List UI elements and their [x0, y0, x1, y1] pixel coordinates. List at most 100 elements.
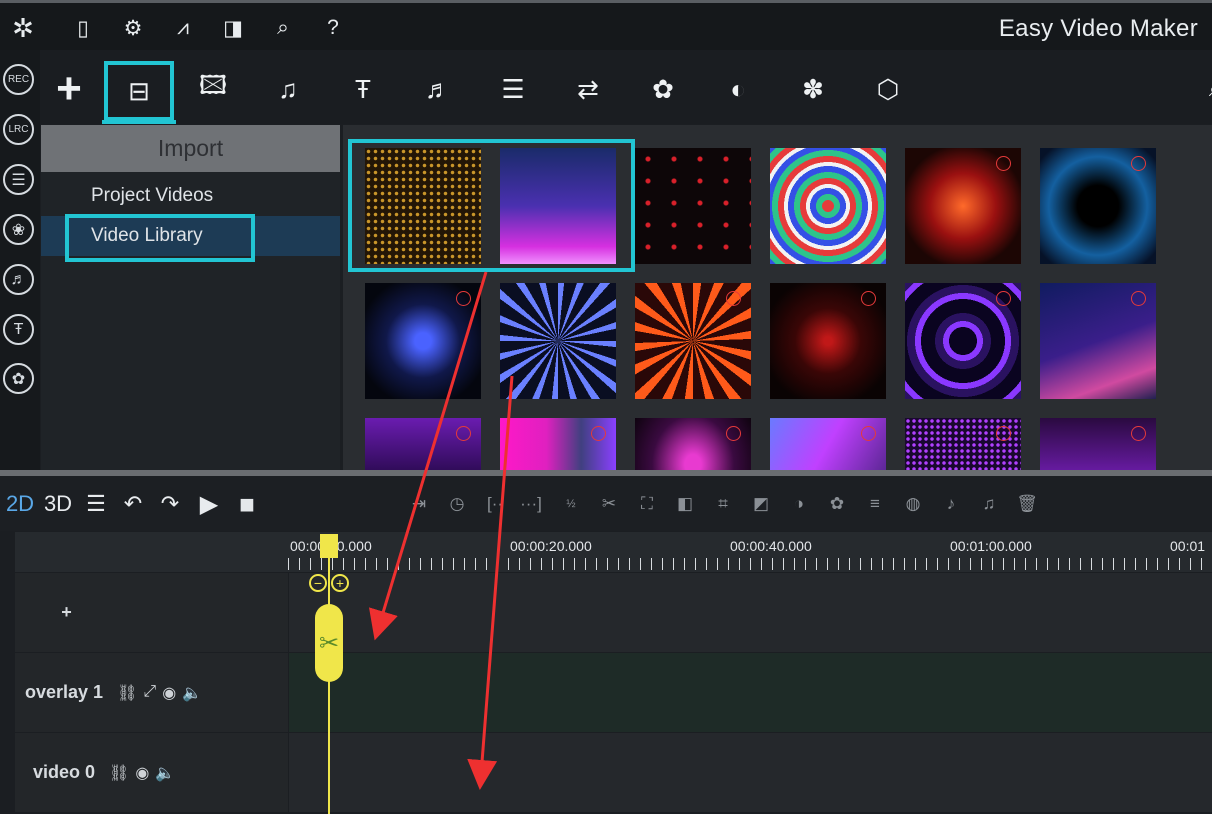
download-icon[interactable]	[996, 156, 1011, 171]
list-button[interactable]: ☰	[3, 164, 34, 195]
speaker-icon[interactable]: 🔈	[155, 763, 175, 783]
download-icon[interactable]	[861, 426, 876, 441]
download-icon[interactable]	[861, 291, 876, 306]
sticker-icon[interactable]: ✿	[824, 491, 850, 517]
link-icon[interactable]: ⛓	[117, 683, 137, 703]
clock-icon[interactable]: ◷	[444, 491, 470, 517]
layout-icon[interactable]: ◨	[220, 15, 246, 41]
list-tab[interactable]: ☰	[494, 70, 532, 108]
frame-icon[interactable]: ◩	[748, 491, 774, 517]
video-thumbnail[interactable]	[905, 418, 1021, 470]
crop-icon[interactable]: ⌗	[710, 491, 736, 517]
lyrics-button[interactable]: ♬	[3, 264, 34, 295]
lrc-button[interactable]: LRC	[3, 114, 34, 145]
split-handle-scissor-icon[interactable]: ✂	[315, 604, 343, 682]
video-thumbnail[interactable]	[905, 148, 1021, 264]
video-library-item[interactable]: Video Library	[41, 214, 340, 262]
download-icon[interactable]	[456, 426, 471, 441]
lyrics-tab[interactable]: ♬	[419, 70, 457, 108]
media-toolbar: + ⊟ 🖾 ♫ Ŧ ♬ ☰ ⇄ ✿ ◐ ✽ ⬡ ⌕	[40, 50, 1212, 124]
subtitle-icon[interactable]: ≡	[862, 491, 888, 517]
image-tab[interactable]: 🖾	[194, 70, 232, 108]
eye-icon[interactable]: ◉	[135, 763, 149, 783]
gear-icon[interactable]: ⚙	[120, 15, 146, 41]
music-tab[interactable]: ♫	[269, 70, 307, 108]
filter-icon[interactable]: ◑	[786, 491, 812, 517]
rec-button[interactable]: REC	[3, 64, 34, 95]
play-icon[interactable]: ▶	[196, 490, 222, 518]
trim-end-icon[interactable]: ···]	[518, 491, 544, 517]
download-icon[interactable]	[1131, 156, 1146, 171]
book-icon[interactable]: ▯	[70, 15, 96, 41]
video-thumbnail[interactable]	[500, 283, 616, 399]
effect-tab[interactable]: ✽	[794, 70, 832, 108]
download-icon[interactable]	[591, 426, 606, 441]
redo-icon[interactable]: ↷	[157, 490, 183, 518]
add-track-button[interactable]: +	[15, 573, 288, 652]
zoom-in-icon[interactable]: +	[331, 574, 349, 592]
sticker-tab[interactable]: ✿	[644, 70, 682, 108]
resize-icon[interactable]: ⤢	[143, 683, 156, 703]
fullscreen-icon[interactable]: ⛶	[634, 491, 660, 517]
trash-icon[interactable]: 🗑	[1014, 491, 1040, 517]
video-thumbnail[interactable]	[1040, 148, 1156, 264]
link-icon[interactable]: ⛓	[109, 763, 129, 783]
3d-tab[interactable]: ⬡	[869, 70, 907, 108]
magic-wand-icon[interactable]: ✲	[8, 13, 38, 43]
video-thumbnail[interactable]	[1040, 418, 1156, 470]
download-icon[interactable]	[726, 291, 741, 306]
filter-tab[interactable]: ◐	[719, 70, 757, 108]
music-settings-icon[interactable]: ♫	[976, 491, 1002, 517]
video-tab[interactable]: ⊟	[104, 61, 174, 121]
mosaic-icon[interactable]: ◍	[900, 491, 926, 517]
search-icon[interactable]: ⌕	[270, 15, 296, 41]
text-tab[interactable]: Ŧ	[344, 70, 382, 108]
download-icon[interactable]	[996, 426, 1011, 441]
stop-icon[interactable]: ■	[234, 489, 260, 519]
video-thumbnail[interactable]	[635, 418, 751, 470]
trim-start-icon[interactable]: [··	[482, 491, 508, 517]
cut-icon[interactable]: ✂	[596, 491, 622, 517]
add-icon[interactable]: +	[50, 64, 88, 113]
download-icon[interactable]	[726, 426, 741, 441]
signal-icon[interactable]: ⩘	[170, 15, 196, 41]
download-icon[interactable]	[996, 291, 1011, 306]
video-thumbnail[interactable]	[635, 283, 751, 399]
mirror-icon[interactable]: ◧	[672, 491, 698, 517]
video-thumbnail[interactable]	[770, 148, 886, 264]
video-thumbnail[interactable]	[770, 418, 886, 470]
video-thumbnail[interactable]	[365, 283, 481, 399]
shape-button[interactable]: ✿	[3, 363, 34, 394]
video-thumbnail[interactable]	[770, 283, 886, 399]
video-track-area[interactable]	[289, 733, 1212, 812]
download-icon[interactable]	[456, 291, 471, 306]
speaker-icon[interactable]: 🔈	[182, 683, 202, 703]
mode-2d-button[interactable]: 2D	[6, 490, 34, 518]
text-button[interactable]: Ŧ	[3, 314, 34, 345]
list-icon[interactable]: ☰	[84, 490, 108, 518]
video-thumbnail[interactable]	[905, 283, 1021, 399]
time-ruler[interactable]: 00:00:00.000 00:00:20.000 00:00:40.000 0…	[288, 532, 1212, 572]
transition-tab[interactable]: ⇄	[569, 70, 607, 108]
download-icon[interactable]	[1131, 291, 1146, 306]
search-icon[interactable]: ⌕	[1196, 70, 1212, 108]
overlay-track-area[interactable]	[289, 653, 1212, 732]
video-thumbnail[interactable]	[635, 148, 751, 264]
undo-icon[interactable]: ↶	[120, 490, 146, 518]
zoom-out-icon[interactable]: −	[309, 574, 327, 592]
video-thumbnail[interactable]	[500, 418, 616, 470]
audio-icon[interactable]: ♪	[938, 491, 964, 517]
eye-icon[interactable]: ◉	[162, 683, 176, 703]
download-icon[interactable]	[1131, 426, 1146, 441]
track-area[interactable]	[289, 573, 1212, 652]
split-start-icon[interactable]: ⇥	[406, 491, 432, 517]
help-icon[interactable]: ?	[320, 15, 346, 41]
video-thumbnail[interactable]	[1040, 283, 1156, 399]
project-videos-item[interactable]: Project Videos	[41, 176, 340, 216]
mode-3d-button[interactable]: 3D	[44, 490, 72, 518]
ruler-spacer	[15, 532, 288, 572]
playhead-handle[interactable]	[320, 534, 338, 558]
effects-button[interactable]: ❀	[3, 214, 34, 245]
video-thumbnail[interactable]	[365, 418, 481, 470]
speed-icon[interactable]: ½	[558, 491, 584, 517]
